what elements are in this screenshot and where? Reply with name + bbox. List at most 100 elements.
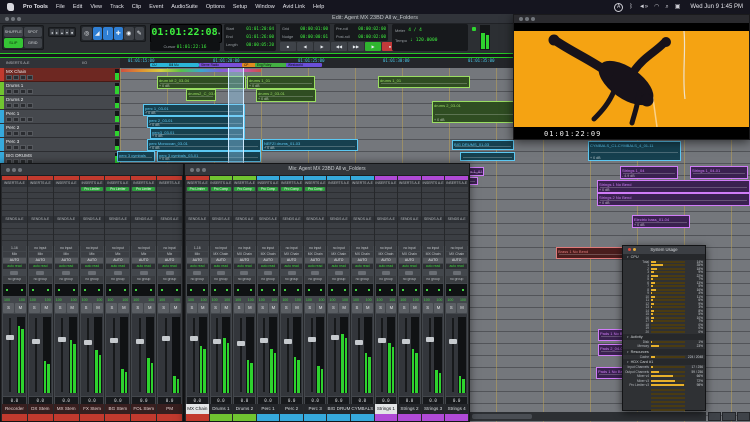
track-row[interactable]: Perc 2	[0, 124, 120, 138]
fader-handle[interactable]	[136, 339, 144, 344]
audio-clip[interactable]: Electric bass_01-04 + 0 dB	[632, 215, 690, 228]
edit-mode-button[interactable]: SLIP	[4, 38, 23, 48]
automation-mode-value[interactable]: auto read	[352, 264, 373, 269]
track-buttons[interactable]	[6, 75, 112, 80]
track-name[interactable]: Perc 3	[6, 139, 112, 144]
menu-item[interactable]: Help	[309, 0, 328, 14]
input-path[interactable]: no input	[81, 246, 104, 251]
roll-field[interactable]: Post-roll00:00:02:00	[336, 33, 386, 41]
volume-icon[interactable]: ◄»	[636, 0, 651, 14]
track-name[interactable]: Perc 2	[6, 125, 112, 130]
audio-clip[interactable]: Strings 1_04 - 4.9 dB	[620, 166, 678, 179]
menu-item[interactable]: Window	[251, 0, 279, 14]
audio-clip[interactable]: drums 2_03-01 + 0 dB	[256, 89, 316, 102]
mute-button[interactable]: M	[410, 303, 420, 313]
counter-dropdown-icon[interactable]: ▾	[218, 31, 221, 37]
scroll-button[interactable]	[708, 412, 721, 421]
solo-button[interactable]: S	[132, 303, 143, 313]
mute-button[interactable]: M	[93, 303, 104, 313]
solo-button[interactable]: S	[3, 303, 14, 313]
memory-marker[interactable]: CP	[242, 63, 256, 67]
zoomer-tool[interactable]: ◎	[82, 27, 92, 40]
automation-mode-value[interactable]: auto read	[29, 264, 52, 269]
memory-marker[interactable]: Westworld	[286, 63, 322, 67]
solo-button[interactable]: S	[446, 303, 456, 313]
fader-handle[interactable]	[6, 335, 14, 340]
group-assignment[interactable]: no group	[423, 276, 444, 283]
window-controls[interactable]	[190, 168, 206, 172]
automation-mode-value[interactable]: auto read	[399, 264, 420, 269]
mixer-channel-strip[interactable]: INSERTS A-E Pro Comp SENDS A-E no input …	[210, 176, 233, 421]
menu-item[interactable]: Pro Tools	[19, 0, 52, 14]
automation-mode-button[interactable]: AUTO	[158, 258, 181, 263]
audio-clip[interactable]: drums 1_01 + 0 dB	[247, 76, 315, 89]
fader-handle[interactable]	[110, 338, 118, 343]
mixer-channel-strip[interactable]: INSERTS A-E SENDS A-E 1-16 Mix AUTO auto…	[2, 176, 27, 421]
channel-name[interactable]: FOL Stem	[131, 404, 156, 414]
automation-mode-value[interactable]: auto read	[55, 264, 78, 269]
avid-icon[interactable]: A	[614, 3, 623, 12]
input-path[interactable]: 1-16	[3, 246, 26, 251]
wifi-icon[interactable]: ◠	[651, 0, 662, 14]
insert-plugin[interactable]: Pro Comp	[211, 187, 232, 191]
zoom-button[interactable]: ►	[55, 29, 59, 35]
transport-button[interactable]: ◀◀	[331, 42, 347, 51]
mixer-channel-strip[interactable]: INSERTS A-E SENDS A-E no input Mix AUTO …	[157, 176, 182, 421]
group-assignment[interactable]: no group	[446, 276, 467, 283]
channel-name[interactable]: BIG DRUMS	[327, 404, 350, 414]
mute-button[interactable]: M	[339, 303, 349, 313]
track-row[interactable]: Drums 2	[0, 96, 120, 110]
automation-mode-value[interactable]: auto read	[211, 264, 232, 269]
pan-knob[interactable]	[280, 270, 303, 276]
insert-plugin[interactable]: Pro Limiter	[106, 187, 129, 191]
input-path[interactable]: no input	[234, 246, 255, 251]
selection-field[interactable]: Length00:00:05:20	[226, 41, 274, 49]
output-path[interactable]: Mix	[187, 252, 208, 257]
fader-handle[interactable]	[58, 337, 66, 342]
solo-button[interactable]: S	[376, 303, 386, 313]
automation-mode-button[interactable]: AUTO	[234, 258, 255, 263]
group-assignment[interactable]: no group	[106, 276, 129, 283]
automation-mode-value[interactable]: auto read	[158, 264, 181, 269]
solo-button[interactable]: S	[328, 303, 338, 313]
input-path[interactable]: no input	[423, 246, 444, 251]
scrubber-tool[interactable]: ◉	[124, 27, 134, 40]
menu-item[interactable]: View	[86, 0, 106, 14]
menu-item[interactable]: File	[52, 0, 69, 14]
mixer-channel-strip[interactable]: INSERTS A-E SENDS A-E no input MX Chain …	[327, 176, 350, 421]
output-path[interactable]: MX Chain	[305, 252, 326, 257]
transport-button[interactable]: ▶▶	[348, 42, 364, 51]
mixer-channel-strip[interactable]: INSERTS A-E Pro Limiter SENDS A-E no inp…	[105, 176, 130, 421]
zoom-button[interactable]: ▲	[60, 29, 64, 35]
output-path[interactable]: Mix	[81, 252, 104, 257]
solo-button[interactable]: S	[55, 303, 66, 313]
pencil-tool[interactable]: ✎	[135, 27, 145, 40]
mixer-channel-strip[interactable]: INSERTS A-E SENDS A-E no input Mix AUTO …	[28, 176, 53, 421]
channel-name[interactable]: BG Stem	[105, 404, 130, 414]
mute-button[interactable]: M	[245, 303, 255, 313]
fader-handle[interactable]	[331, 335, 339, 340]
input-path[interactable]: no input	[258, 246, 279, 251]
group-assignment[interactable]: no group	[328, 276, 349, 283]
automation-mode-value[interactable]: auto read	[423, 264, 444, 269]
memory-marker[interactable]: Eng Foley	[255, 63, 287, 67]
mixer-channel-strip[interactable]: INSERTS A-E SENDS A-E no input MX Chain …	[422, 176, 445, 421]
pan-knob[interactable]	[398, 270, 421, 276]
tempo-field[interactable]: Tempo ♩ 120.0000	[395, 36, 465, 46]
track-buttons[interactable]	[6, 89, 112, 94]
automation-mode-value[interactable]: auto read	[258, 264, 279, 269]
solo-button[interactable]: S	[29, 303, 40, 313]
scroll-button[interactable]	[737, 412, 750, 421]
fader-handle[interactable]	[449, 339, 457, 344]
track-row[interactable]: Perc 1	[0, 110, 120, 124]
mixer-channel-strip[interactable]: INSERTS A-E Pro Comp SENDS A-E no input …	[304, 176, 327, 421]
automation-mode-button[interactable]: AUTO	[258, 258, 279, 263]
channel-name[interactable]: DX Stem	[28, 404, 53, 414]
input-path[interactable]: no input	[158, 246, 181, 251]
trim-tool[interactable]: ◢	[93, 27, 103, 40]
channel-name[interactable]: PM	[157, 404, 182, 414]
grid-field[interactable]: Nudge00:00:00:01	[282, 33, 328, 41]
solo-button[interactable]: S	[234, 303, 244, 313]
output-path[interactable]: MX Chain	[281, 252, 302, 257]
io-view-label[interactable]: I/O	[76, 58, 87, 68]
